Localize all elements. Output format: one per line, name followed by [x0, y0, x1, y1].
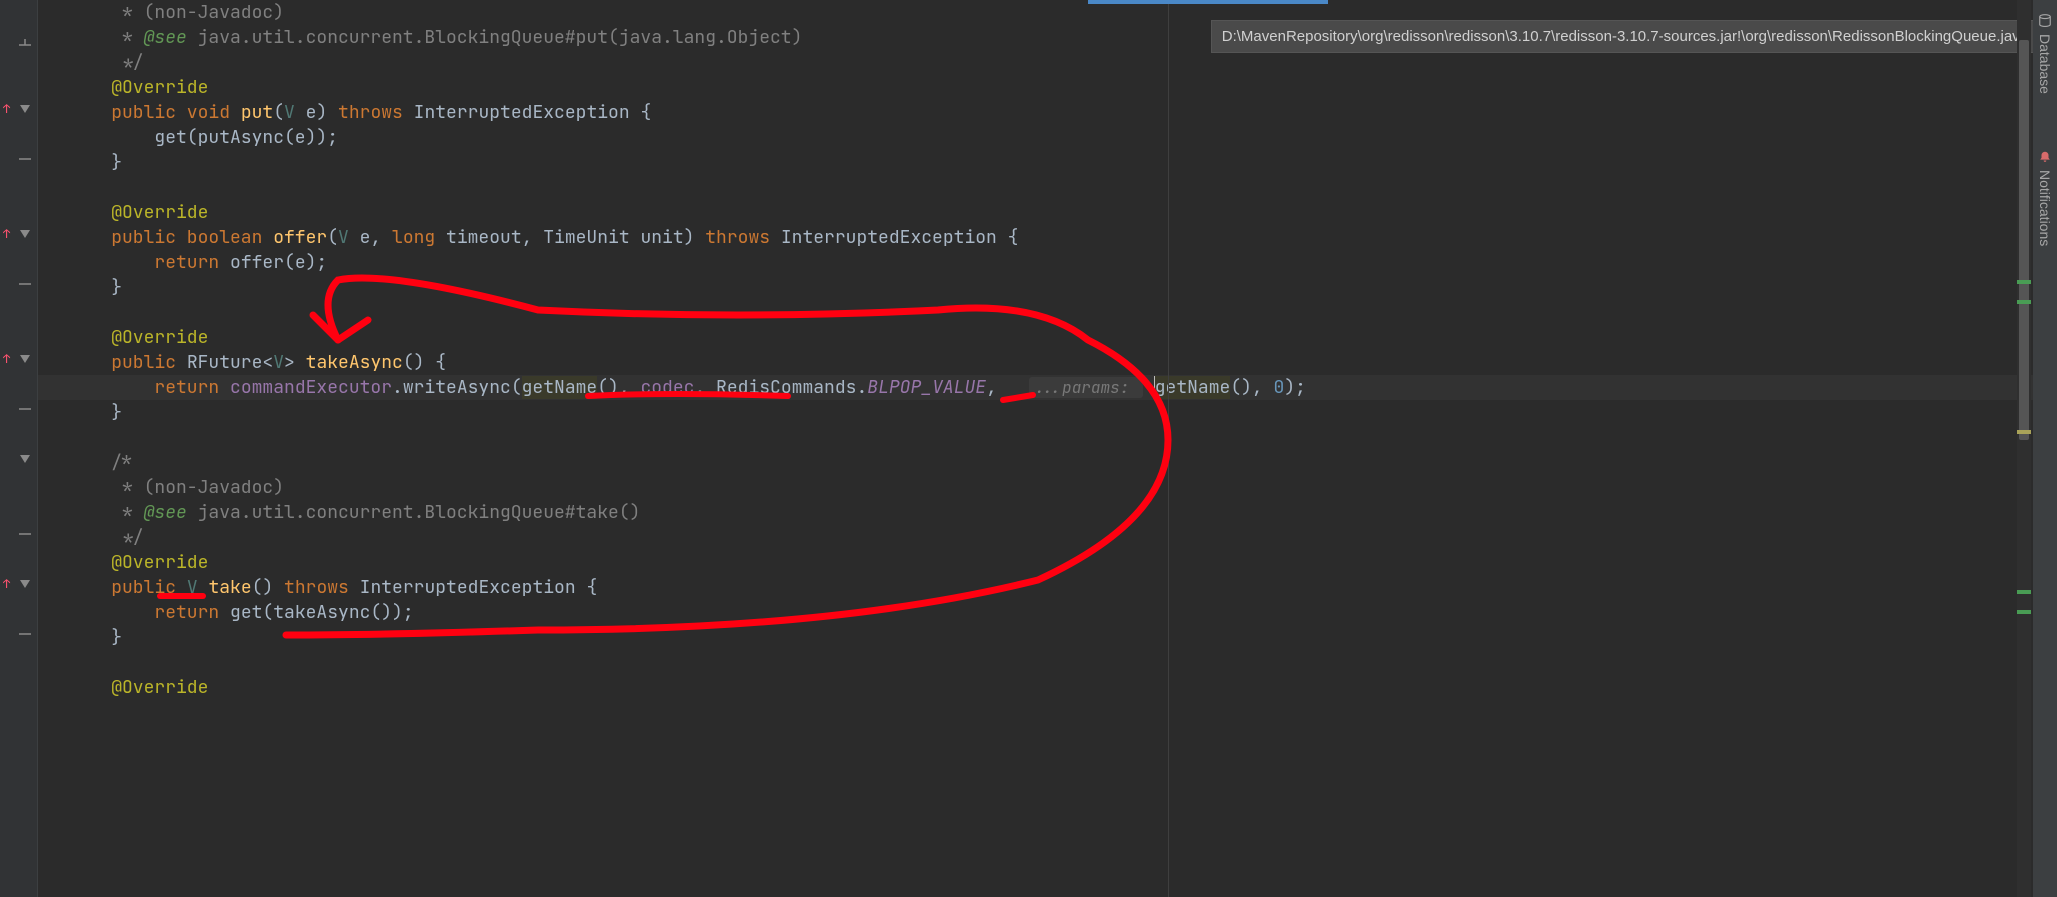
code-line: * @see java.util.concurrent.BlockingQueu… — [38, 500, 2057, 525]
code-line: public V take() throws InterruptedExcept… — [38, 575, 2057, 600]
code-line: @Override — [38, 325, 2057, 350]
override-marker-icon[interactable]: ↑ — [3, 351, 10, 367]
code-line: @Override — [38, 75, 2057, 100]
fold-toggle-icon[interactable] — [17, 576, 33, 592]
scrollbar-track[interactable] — [2017, 0, 2031, 897]
code-line: */ — [38, 525, 2057, 550]
code-line — [38, 650, 2057, 675]
code-line — [38, 175, 2057, 200]
fold-toggle-icon[interactable] — [17, 101, 33, 117]
fold-close-icon[interactable] — [17, 626, 33, 642]
scroll-marker-icon[interactable] — [2017, 610, 2031, 614]
code-line — [38, 300, 2057, 325]
code-line: } — [38, 150, 2057, 175]
scroll-marker-icon[interactable] — [2017, 430, 2031, 434]
code-line: * (non-Javadoc) — [38, 475, 2057, 500]
code-line-current: return commandExecutor.writeAsync(getNam… — [38, 375, 2057, 400]
code-line: @Override — [38, 550, 2057, 575]
code-line: /* — [38, 450, 2057, 475]
override-marker-icon[interactable]: ↑ — [3, 101, 10, 117]
notifications-tool-label: Notifications — [2037, 170, 2053, 246]
code-line: return get(takeAsync()); — [38, 600, 2057, 625]
fold-close-icon[interactable] — [17, 37, 33, 53]
fold-gutter — [14, 0, 38, 897]
code-line: @Override — [38, 200, 2057, 225]
scroll-marker-icon[interactable] — [2017, 590, 2031, 594]
scroll-marker-icon[interactable] — [2017, 300, 2031, 304]
code-line: } — [38, 625, 2057, 650]
notifications-tool-button[interactable]: Notifications — [2037, 142, 2053, 254]
code-line: public void put(V e) throws InterruptedE… — [38, 100, 2057, 125]
database-tool-label: Database — [2037, 34, 2053, 94]
file-path-tooltip: D:\MavenRepository\org\redisson\redisson… — [1211, 20, 2039, 53]
code-line: get(putAsync(e)); — [38, 125, 2057, 150]
scrollbar-thumb[interactable] — [2019, 40, 2029, 440]
left-marker-gutter: ↑ ↑ ↑ ↑ — [0, 0, 14, 897]
code-line: return offer(e); — [38, 250, 2057, 275]
right-tool-strip: Database Notifications — [2033, 0, 2057, 897]
fold-toggle-icon[interactable] — [17, 226, 33, 242]
override-marker-icon[interactable]: ↑ — [3, 226, 10, 242]
code-line: } — [38, 275, 2057, 300]
fold-toggle-icon[interactable] — [17, 351, 33, 367]
fold-close-icon[interactable] — [17, 276, 33, 292]
fold-open-icon[interactable] — [17, 451, 33, 467]
code-line — [38, 425, 2057, 450]
fold-close-icon[interactable] — [17, 151, 33, 167]
code-text-area[interactable]: * (non-Javadoc) * @see java.util.concurr… — [38, 0, 2057, 897]
code-line: } — [38, 400, 2057, 425]
fold-close-icon[interactable] — [17, 401, 33, 417]
fold-close-icon[interactable] — [17, 526, 33, 542]
database-tool-button[interactable]: Database — [2037, 6, 2053, 102]
active-tab-indicator — [1088, 0, 1328, 4]
scroll-marker-icon[interactable] — [2017, 280, 2031, 284]
code-line: public boolean offer(V e, long timeout, … — [38, 225, 2057, 250]
database-icon — [2038, 14, 2052, 28]
code-line: public RFuture<V> takeAsync() { — [38, 350, 2057, 375]
code-line: @Override — [38, 675, 2057, 700]
override-marker-icon[interactable]: ↑ — [3, 576, 10, 592]
code-line: */ — [38, 50, 2057, 75]
file-path-text: D:\MavenRepository\org\redisson\redisson… — [1222, 28, 2028, 45]
wrap-guide-line — [1168, 0, 1169, 897]
code-editor: ↑ ↑ ↑ ↑ * (non-Javadoc) * @see java.util… — [0, 0, 2057, 897]
bell-icon — [2038, 150, 2052, 164]
